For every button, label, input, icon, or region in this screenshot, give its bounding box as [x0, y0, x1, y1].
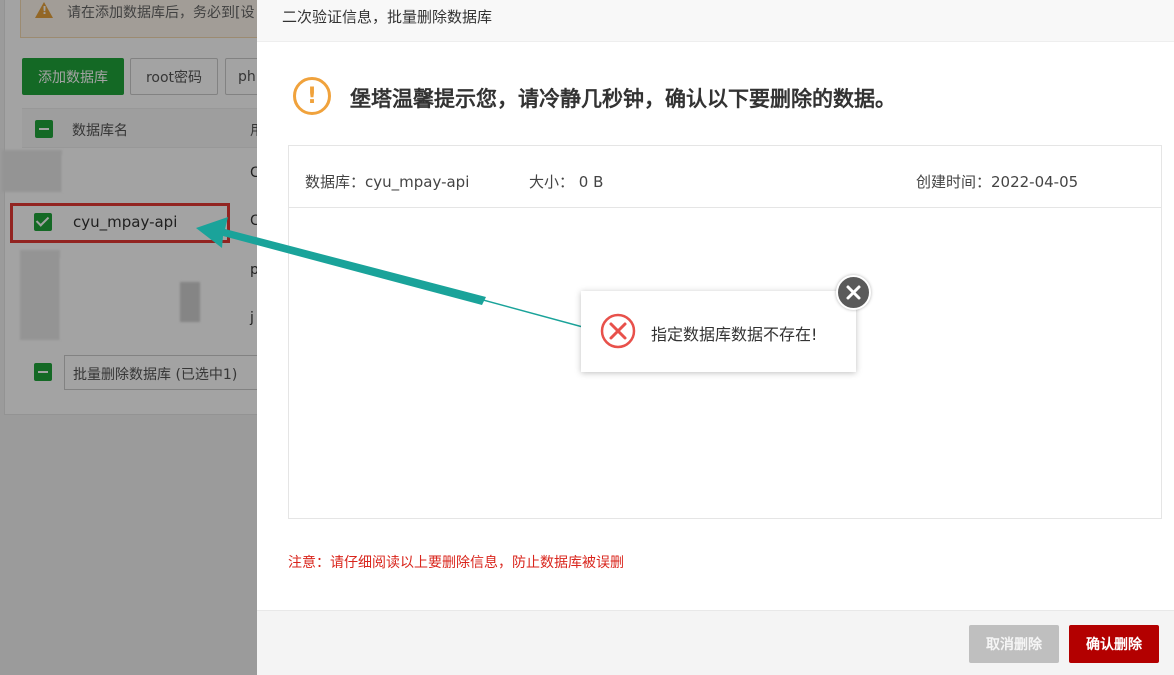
- close-icon: [846, 285, 861, 300]
- confirm-delete-button[interactable]: 确认删除: [1069, 625, 1159, 663]
- delete-notice: 注意：请仔细阅读以上要删除信息，防止数据库被误删: [288, 555, 624, 571]
- db-size-label: 大小： 0 B: [529, 173, 604, 191]
- dialog-footer: 取消删除 确认删除: [257, 610, 1174, 675]
- exclamation-icon: !: [293, 77, 331, 115]
- toast-close-button[interactable]: [836, 275, 871, 310]
- error-x-icon: [600, 313, 636, 349]
- warning-message: 堡塔温馨提示您，请冷静几秒钟，确认以下要删除的数据。: [350, 87, 896, 111]
- db-info-row: 数据库：cyu_mpay-api 大小： 0 B 创建时间：2022-04-05: [289, 146, 1161, 208]
- toast-message: 指定数据库数据不存在!: [651, 325, 818, 344]
- db-created-label: 创建时间：2022-04-05: [916, 173, 1079, 191]
- dialog-title: 二次验证信息，批量删除数据库: [257, 0, 1174, 42]
- db-name-label: 数据库：cyu_mpay-api: [305, 173, 470, 191]
- cancel-delete-button[interactable]: 取消删除: [969, 625, 1059, 663]
- error-toast: 指定数据库数据不存在!: [581, 291, 856, 372]
